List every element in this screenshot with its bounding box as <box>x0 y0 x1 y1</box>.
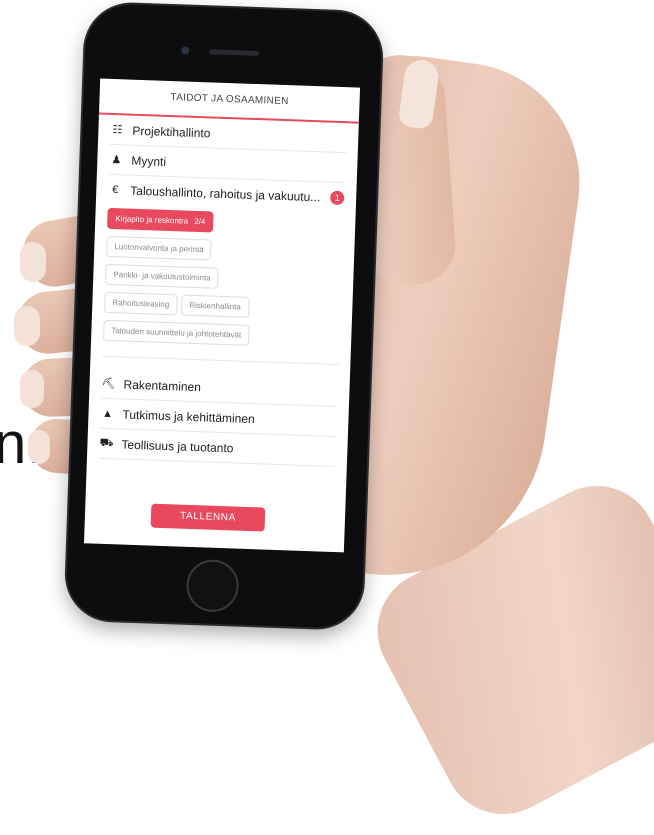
chip-pankki[interactable]: Pankki- ja vakuutustoiminta <box>105 263 220 289</box>
category-label: Projektihallinto <box>132 123 211 140</box>
finger-nail <box>28 430 50 464</box>
truck-icon: ⛟ <box>99 436 114 449</box>
skills-list: ☷ Projektihallinto ♟ Myynti € Taloushall… <box>87 114 359 468</box>
finger-nail <box>20 242 46 282</box>
chip-riskienhallinta[interactable]: Riskienhallinta <box>180 294 250 318</box>
finger-nail <box>14 306 40 346</box>
chip-kirjapito[interactable]: Kirjapito ja reskontra 2/4 <box>106 207 214 233</box>
chip-label: Kirjapito ja reskontra <box>115 214 189 226</box>
front-camera <box>181 46 190 55</box>
phone: TAIDOT JA OSAAMINEN ☷ Projektihallinto ♟… <box>65 3 383 629</box>
chip-talouden-suunnittelu[interactable]: Talouden suunnittelu ja johtotehtävät <box>103 319 250 346</box>
selected-count-badge: 1 <box>329 190 345 205</box>
chip-luotonvalvonta[interactable]: Luotonvalvonta ja perintä <box>105 235 213 261</box>
category-label: Myynti <box>131 153 167 169</box>
phone-screen: TAIDOT JA OSAAMINEN ☷ Projektihallinto ♟… <box>83 78 361 553</box>
home-button[interactable] <box>185 558 240 613</box>
euro-icon: € <box>112 183 119 196</box>
graduation-cap-icon: ▲ <box>101 407 114 420</box>
subcategory-chips: Kirjapito ja reskontra 2/4 Luotonvalvonta… <box>102 203 344 366</box>
category-label: Rakentaminen <box>123 377 202 394</box>
category-label: Taloushallinto, rahoitus ja vakuutu... <box>130 183 321 204</box>
save-button[interactable]: TALLENNA <box>150 503 266 532</box>
category-label: Teollisuus ja tuotanto <box>121 437 234 455</box>
earpiece-speaker <box>209 49 260 57</box>
construction-icon: ⛏ <box>101 377 116 391</box>
finger-nail <box>20 370 44 408</box>
users-icon: ♟ <box>111 153 122 167</box>
category-label: Tutkimus ja kehittäminen <box>122 407 255 426</box>
chip-progress: 2/4 <box>194 216 206 227</box>
sitemap-icon: ☷ <box>112 123 123 137</box>
chip-rahoitusleasing[interactable]: Rahoitusleasing <box>104 291 178 316</box>
